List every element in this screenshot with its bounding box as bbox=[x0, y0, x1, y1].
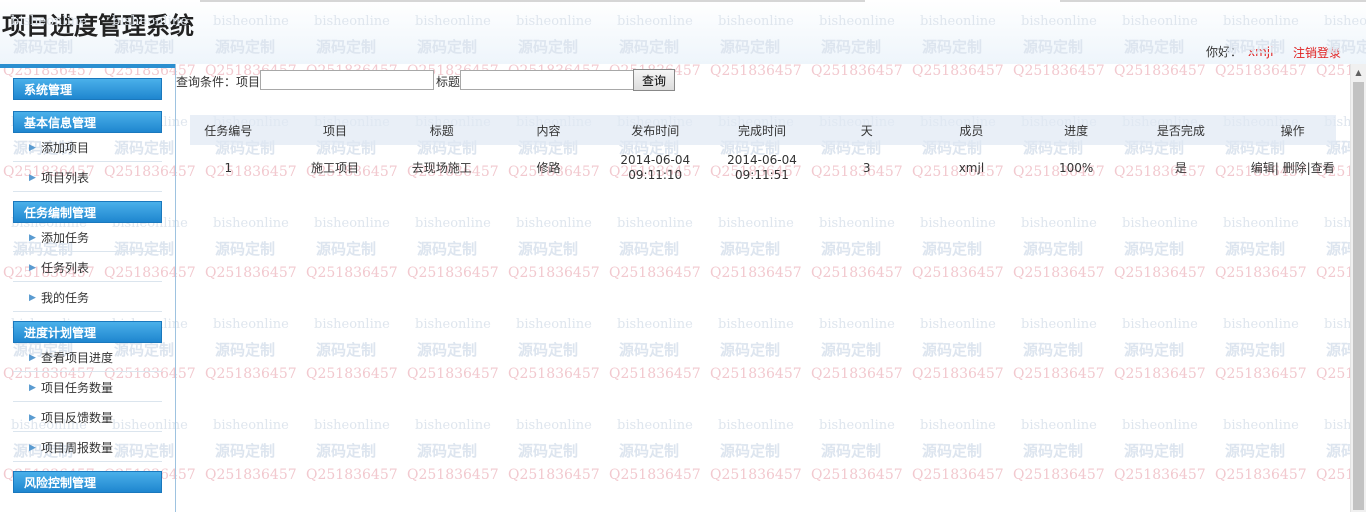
cell-content: 修路 bbox=[536, 160, 561, 175]
column-header: 任务编号 bbox=[190, 115, 267, 145]
current-username: xmjl bbox=[1248, 45, 1274, 59]
cell-days: 3 bbox=[862, 160, 871, 175]
cell-task-id: 1 bbox=[224, 160, 233, 175]
arrow-right-icon: ▶ bbox=[29, 173, 36, 183]
cell-progress: 100% bbox=[1059, 160, 1094, 175]
header-bar: 项目进度管理系统 你好： xmjl 注销登录 bbox=[0, 0, 1366, 64]
title-search-input[interactable] bbox=[460, 70, 634, 90]
column-header: 进度 bbox=[1039, 115, 1113, 145]
sidebar-item-label: 项目列表 bbox=[41, 171, 90, 185]
cell-member: xmjl bbox=[958, 160, 985, 175]
finish-date: 2014-06-04 bbox=[727, 153, 797, 167]
publish-clock: 09:11:10 bbox=[628, 168, 683, 182]
cell-publish-time: 2014-06-04 09:11:10 bbox=[617, 145, 694, 191]
arrow-right-icon: ▶ bbox=[29, 443, 36, 453]
sidebar-item-add-project[interactable]: ▶ 添加项目 bbox=[13, 134, 162, 162]
query-title-label: 标题 bbox=[436, 75, 461, 89]
column-header: 操作 bbox=[1249, 115, 1336, 145]
sidebar-item-label: 项目周报数量 bbox=[41, 441, 114, 455]
sidebar-item-view-progress[interactable]: ▶ 查看项目进度 bbox=[13, 344, 162, 372]
column-header: 标题 bbox=[403, 115, 481, 145]
menu-group-system[interactable]: 系统管理 bbox=[13, 78, 162, 100]
finish-clock: 09:11:51 bbox=[735, 168, 789, 182]
sidebar-item-weekly-count[interactable]: ▶ 项目周报数量 bbox=[13, 434, 162, 462]
cell-project: 施工项目 bbox=[311, 160, 360, 175]
edit-link[interactable]: 编辑| bbox=[1251, 161, 1279, 175]
sidebar-top-strip bbox=[0, 64, 175, 68]
sidebar-item-add-task[interactable]: ▶ 添加任务 bbox=[13, 224, 162, 252]
column-header: 完成时间 bbox=[693, 115, 831, 145]
column-header: 天 bbox=[830, 115, 903, 145]
sidebar-item-my-tasks[interactable]: ▶ 我的任务 bbox=[13, 284, 162, 312]
column-header: 内容 bbox=[480, 115, 617, 145]
cell-finish-time: 2014-06-04 09:11:51 bbox=[694, 145, 831, 191]
sidebar-item-label: 查看项目进度 bbox=[41, 351, 114, 365]
cell-title: 去现场施工 bbox=[411, 160, 472, 175]
top-divider bbox=[1060, 0, 1366, 2]
logout-link[interactable]: 注销登录 bbox=[1293, 44, 1341, 61]
main-content: 查询条件：项目 标题 查询 任务编号 项目 标题 内容 发布时间 完成时间 天 … bbox=[176, 64, 1350, 512]
top-divider bbox=[200, 0, 865, 2]
project-search-input[interactable] bbox=[260, 70, 434, 90]
vertical-scrollbar[interactable]: ▲ bbox=[1350, 64, 1366, 512]
sidebar-item-feedback-count[interactable]: ▶ 项目反馈数量 bbox=[13, 404, 162, 432]
app-title: 项目进度管理系统 bbox=[2, 12, 194, 40]
arrow-right-icon: ▶ bbox=[29, 143, 36, 153]
greeting: 你好： xmjl bbox=[1206, 43, 1273, 60]
sidebar: 系统管理 基本信息管理 ▶ 添加项目 ▶ 项目列表 任务编制管理 ▶ 添加任务 … bbox=[0, 64, 176, 512]
sidebar-item-label: 我的任务 bbox=[41, 291, 90, 305]
cell-completed: 是 bbox=[1174, 160, 1187, 175]
column-header: 发布时间 bbox=[616, 115, 694, 145]
column-header: 成员 bbox=[902, 115, 1040, 145]
table-header-row: 任务编号 项目 标题 内容 发布时间 完成时间 天 成员 进度 是否完成 操作 bbox=[190, 115, 1336, 145]
menu-group-basic-info[interactable]: 基本信息管理 bbox=[13, 111, 162, 133]
arrow-right-icon: ▶ bbox=[29, 233, 36, 243]
cell-operations: 编辑| 删除|查看 bbox=[1249, 145, 1336, 191]
sidebar-item-label: 添加项目 bbox=[41, 141, 90, 155]
sidebar-item-task-count[interactable]: ▶ 项目任务数量 bbox=[13, 374, 162, 402]
column-header: 是否完成 bbox=[1112, 115, 1250, 145]
menu-group-task[interactable]: 任务编制管理 bbox=[13, 201, 162, 223]
scrollbar-thumb[interactable] bbox=[1353, 82, 1364, 510]
query-project-label: 查询条件：项目 bbox=[176, 75, 261, 89]
sidebar-item-task-list[interactable]: ▶ 任务列表 bbox=[13, 254, 162, 282]
delete-link[interactable]: 删除| bbox=[1283, 161, 1311, 175]
sidebar-item-label: 项目反馈数量 bbox=[41, 411, 114, 425]
view-link[interactable]: 查看 bbox=[1311, 161, 1335, 175]
arrow-right-icon: ▶ bbox=[29, 293, 36, 303]
column-header: 项目 bbox=[266, 115, 404, 145]
publish-date: 2014-06-04 bbox=[620, 153, 691, 167]
arrow-right-icon: ▶ bbox=[29, 383, 36, 393]
sidebar-item-label: 任务列表 bbox=[41, 261, 90, 275]
task-table: 任务编号 项目 标题 内容 发布时间 完成时间 天 成员 进度 是否完成 操作 … bbox=[190, 115, 1336, 191]
menu-group-risk[interactable]: 风险控制管理 bbox=[13, 471, 162, 493]
scroll-up-arrow-icon[interactable]: ▲ bbox=[1351, 66, 1366, 80]
greeting-label: 你好： bbox=[1206, 45, 1243, 59]
menu-group-progress[interactable]: 进度计划管理 bbox=[13, 321, 162, 343]
arrow-right-icon: ▶ bbox=[29, 263, 36, 273]
table-row: 1 施工项目 去现场施工 修路 2014-06-04 09:11:10 2014… bbox=[190, 145, 1336, 191]
sidebar-item-label: 添加任务 bbox=[41, 231, 90, 245]
arrow-right-icon: ▶ bbox=[29, 413, 36, 423]
sidebar-item-label: 项目任务数量 bbox=[41, 381, 114, 395]
search-button[interactable]: 查询 bbox=[633, 69, 675, 91]
arrow-right-icon: ▶ bbox=[29, 353, 36, 363]
sidebar-item-project-list[interactable]: ▶ 项目列表 bbox=[13, 164, 162, 192]
